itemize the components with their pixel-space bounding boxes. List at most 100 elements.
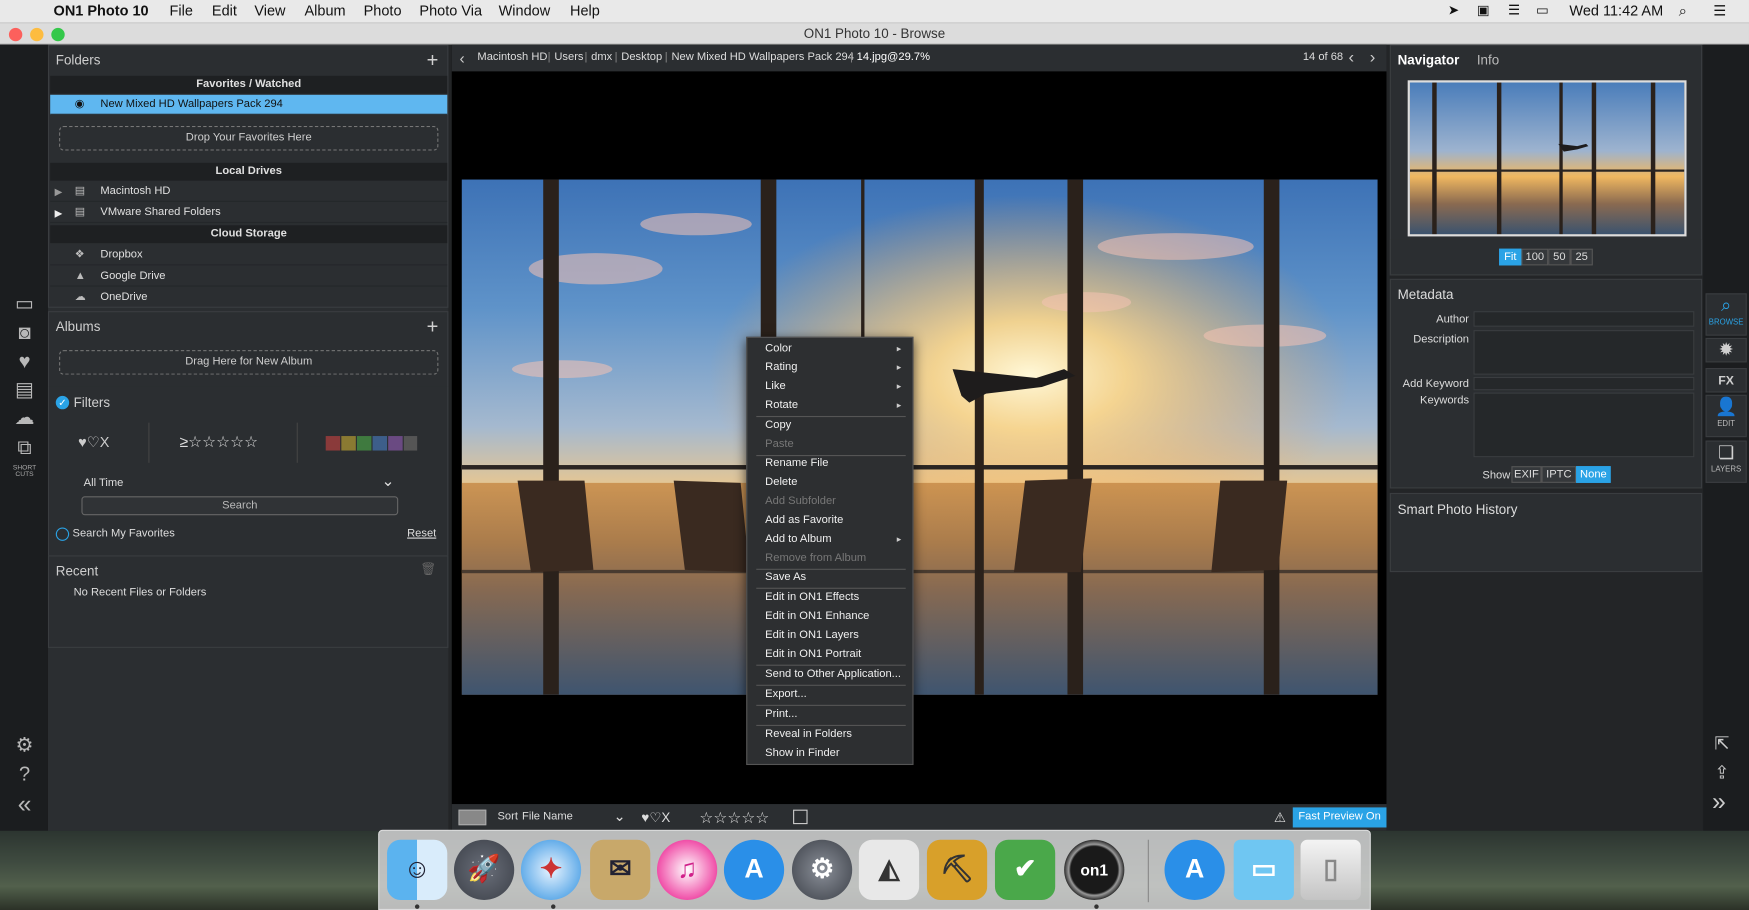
filter-rating[interactable]: ≥☆☆☆☆☆ bbox=[180, 433, 259, 452]
close-button[interactable] bbox=[8, 27, 23, 42]
tab-navigator[interactable]: Navigator bbox=[1398, 52, 1460, 68]
menu-item-edit-layers[interactable]: Edit in ON1 Layers bbox=[765, 629, 859, 641]
task-app-icon[interactable]: ✔ bbox=[994, 839, 1056, 900]
expand-icon[interactable]: ▶ bbox=[55, 203, 63, 223]
open-external-icon[interactable]: ⇱ bbox=[1714, 733, 1729, 755]
next-image-icon[interactable]: › bbox=[1370, 45, 1376, 72]
sort-value[interactable]: File Name bbox=[522, 804, 573, 831]
show-iptc[interactable]: IPTC bbox=[1541, 466, 1577, 483]
filter-search-input[interactable]: Search bbox=[81, 496, 399, 516]
keywords-field[interactable] bbox=[1473, 392, 1695, 458]
crumb-dmx[interactable]: dmx bbox=[591, 45, 612, 72]
camera-icon[interactable]: ◙ bbox=[11, 321, 38, 343]
menu-item-send-to-other-app[interactable]: Send to Other Application... bbox=[765, 668, 901, 680]
menu-item-like[interactable]: Like bbox=[765, 380, 785, 392]
time-filter-value[interactable]: All Time bbox=[84, 477, 124, 489]
trash-icon[interactable]: ▯ bbox=[1300, 839, 1361, 900]
swatch-red[interactable] bbox=[325, 436, 341, 451]
utility-app-icon[interactable]: ⛏ bbox=[926, 839, 988, 900]
cloud-item-google-drive[interactable]: ▲ Google Drive bbox=[50, 267, 448, 287]
menu-item-print[interactable]: Print... bbox=[765, 708, 797, 720]
crumb-desktop[interactable]: Desktop bbox=[621, 45, 662, 72]
share-icon[interactable]: ⇪ bbox=[1714, 762, 1729, 784]
trash-icon[interactable]: 🗑 bbox=[421, 562, 437, 576]
back-chevron-icon[interactable]: ‹ bbox=[460, 45, 465, 72]
mail-icon[interactable]: ✉ bbox=[590, 839, 651, 900]
swatch-yellow[interactable] bbox=[341, 436, 356, 451]
menu-item-export[interactable]: Export... bbox=[765, 688, 807, 700]
swatch-blue[interactable] bbox=[372, 436, 388, 451]
minimize-button[interactable] bbox=[30, 27, 44, 42]
show-exif[interactable]: EXIF bbox=[1511, 466, 1542, 483]
cloud-item-dropbox[interactable]: ❖ Dropbox bbox=[50, 245, 448, 266]
chevron-down-icon[interactable]: ⌄ bbox=[381, 472, 394, 491]
swatch-purple[interactable] bbox=[388, 436, 403, 451]
show-none[interactable]: None bbox=[1576, 466, 1611, 483]
menu-item-add-as-favorite[interactable]: Add as Favorite bbox=[765, 514, 843, 526]
filter-color-swatches[interactable] bbox=[325, 436, 418, 451]
menu-item-save-as[interactable]: Save As bbox=[765, 571, 806, 583]
thumbnail-size-icon[interactable] bbox=[458, 809, 487, 826]
spotlight-icon[interactable]: ⌕ bbox=[1679, 2, 1687, 20]
swatch-none[interactable] bbox=[403, 436, 418, 451]
description-field[interactable] bbox=[1473, 330, 1695, 375]
local-drive-vmware[interactable]: ▶ ▤ VMware Shared Folders bbox=[50, 203, 448, 224]
menu-view[interactable]: View bbox=[254, 2, 285, 19]
shortcuts-icon[interactable]: ⧉ bbox=[11, 436, 38, 458]
menu-item-rename-file[interactable]: Rename File bbox=[765, 457, 828, 469]
cloud-item-onedrive[interactable]: ☁ OneDrive bbox=[50, 288, 447, 308]
cloud-icon[interactable]: ☁ bbox=[11, 406, 38, 428]
zoom-100[interactable]: 100 bbox=[1521, 248, 1549, 266]
collapse-right-icon[interactable]: » bbox=[1712, 787, 1726, 816]
finder-icon[interactable]: ☺ bbox=[387, 839, 448, 900]
browse-module-button[interactable]: ⌕ BROWSE bbox=[1705, 293, 1747, 336]
star-rating-controls[interactable]: ☆☆☆☆☆ bbox=[699, 804, 769, 831]
menu-item-show-in-finder[interactable]: Show in Finder bbox=[765, 747, 839, 759]
sort-chevron-icon[interactable]: ⌄ bbox=[613, 803, 625, 830]
system-preferences-icon[interactable]: ⚙ bbox=[791, 839, 853, 900]
crumb-macintosh-hd[interactable]: Macintosh HD bbox=[477, 45, 547, 72]
menu-photo[interactable]: Photo bbox=[364, 2, 402, 19]
launchpad-icon[interactable]: 🚀 bbox=[453, 839, 515, 900]
main-photo[interactable] bbox=[461, 179, 1378, 695]
menu-item-reveal-in-folders[interactable]: Reveal in Folders bbox=[765, 728, 852, 740]
gear-icon[interactable]: ⚙ bbox=[11, 734, 38, 756]
folder-icon[interactable]: ▭ bbox=[1233, 839, 1294, 900]
layers-module-button[interactable]: ❏ LAYERS bbox=[1705, 440, 1747, 483]
app-store-icon[interactable]: A bbox=[723, 839, 785, 900]
list-icon[interactable]: ☰ bbox=[1508, 2, 1520, 18]
fx-module-button[interactable]: FX bbox=[1705, 368, 1747, 393]
local-drive-macintosh[interactable]: ▶ ▤ Macintosh HD bbox=[50, 182, 448, 202]
edit-module-button[interactable]: 👤 EDIT bbox=[1705, 394, 1747, 438]
menu-app-name[interactable]: ON1 Photo 10 bbox=[54, 2, 149, 19]
color-label-checkbox[interactable] bbox=[793, 809, 808, 825]
menu-item-edit-effects[interactable]: Edit in ON1 Effects bbox=[765, 591, 859, 603]
safari-icon[interactable]: ✦ bbox=[520, 839, 582, 900]
menu-help[interactable]: Help bbox=[570, 2, 600, 19]
menu-photo-via[interactable]: Photo Via bbox=[419, 2, 482, 19]
menu-item-delete[interactable]: Delete bbox=[765, 476, 797, 488]
like-controls[interactable]: ♥♡X bbox=[641, 804, 670, 831]
navigator-thumbnail[interactable] bbox=[1407, 80, 1687, 237]
new-album-drop-zone[interactable]: Drag Here for New Album bbox=[59, 350, 439, 375]
itunes-icon[interactable]: ♫ bbox=[656, 839, 718, 900]
effects-module-button[interactable]: ✹ bbox=[1705, 337, 1747, 363]
previous-image-icon[interactable]: ‹ bbox=[1349, 45, 1355, 72]
expand-icon[interactable]: ▶ bbox=[55, 182, 63, 202]
on1-photo-icon[interactable]: on1 bbox=[1064, 839, 1125, 900]
clock[interactable]: Wed 11:42 AM bbox=[1569, 2, 1663, 19]
menu-edit[interactable]: Edit bbox=[212, 2, 237, 19]
drop-favorites-zone[interactable]: Drop Your Favorites Here bbox=[59, 126, 439, 151]
search-favorites-radio[interactable] bbox=[55, 527, 70, 541]
heart-folder-icon[interactable]: ♥ bbox=[11, 350, 38, 372]
display-icon[interactable]: ▭ bbox=[1536, 2, 1549, 18]
notification-center-icon[interactable]: ☰ bbox=[1713, 2, 1726, 20]
collapse-left-icon[interactable]: « bbox=[11, 790, 38, 818]
app-store-downloads-icon[interactable]: A bbox=[1164, 839, 1225, 900]
crumb-users[interactable]: Users bbox=[554, 45, 583, 72]
zoom-50[interactable]: 50 bbox=[1548, 248, 1571, 266]
filters-enabled-checkbox[interactable]: ✓ bbox=[55, 395, 70, 410]
author-field[interactable] bbox=[1473, 311, 1695, 327]
add-keyword-field[interactable] bbox=[1473, 376, 1695, 391]
add-folder-icon[interactable]: + bbox=[427, 50, 439, 70]
